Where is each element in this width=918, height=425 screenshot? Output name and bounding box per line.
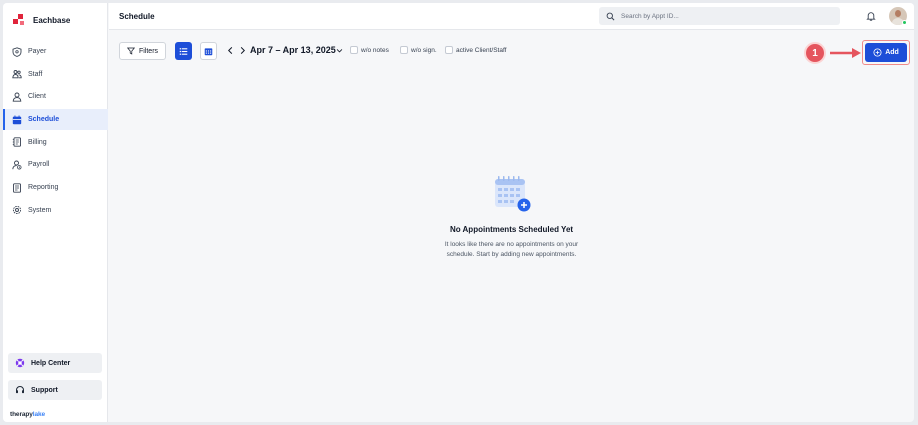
checkbox-box[interactable]: [350, 46, 358, 54]
list-icon: [179, 47, 188, 55]
date-range-label[interactable]: Apr 7 – Apr 13, 2025: [250, 45, 336, 55]
active-client-staff-checkbox[interactable]: active Client/Staff: [445, 46, 506, 54]
search-box[interactable]: [599, 7, 840, 25]
calendar-icon: [12, 115, 22, 125]
sidebar-nav: Payer Staff Client Schedule Billing Payr…: [3, 41, 108, 223]
footer-brand-first: therapy: [10, 411, 33, 418]
search-input[interactable]: [621, 12, 821, 20]
calendar-view-button[interactable]: [200, 42, 217, 60]
empty-state-description: It looks like there are no appointments …: [444, 241, 579, 258]
checkbox-label: active Client/Staff: [456, 46, 507, 54]
footer-brand-second: lake: [32, 411, 46, 418]
payroll-icon: [12, 160, 22, 170]
sidebar-item-client[interactable]: Client: [3, 86, 108, 107]
checkbox-label: w/o notes: [361, 46, 389, 54]
brand-logo-icon: [13, 14, 25, 26]
users-icon: [12, 69, 22, 79]
brand-name: Eachbase: [33, 15, 71, 25]
sidebar-item-payer[interactable]: Payer: [3, 41, 108, 62]
footer-brand: therapylake: [10, 411, 45, 418]
sidebar-item-reporting[interactable]: Reporting: [3, 177, 108, 198]
filter-icon: [126, 47, 135, 55]
shield-icon: [12, 46, 22, 57]
app-window: Eachbase Payer Staff Client Schedule Bil…: [3, 3, 914, 422]
sidebar: Eachbase Payer Staff Client Schedule Bil…: [3, 3, 108, 422]
add-label: Add: [885, 49, 899, 56]
support-label: Support: [31, 386, 58, 394]
sidebar-item-label: Payroll: [28, 161, 50, 169]
schedule-toolbar: Filters Apr 7 – Apr 13, 2025 w/o notes w…: [119, 42, 506, 60]
no-sign-checkbox[interactable]: w/o sign.: [400, 46, 437, 54]
headset-icon: [16, 385, 24, 394]
empty-state-title: No Appointments Scheduled Yet: [449, 225, 574, 234]
sidebar-item-staff[interactable]: Staff: [3, 64, 108, 85]
sidebar-item-system[interactable]: System: [3, 200, 108, 221]
page-title: Schedule: [119, 12, 155, 21]
chevron-left-icon[interactable]: [226, 46, 235, 55]
chevron-right-icon[interactable]: [238, 46, 247, 55]
invoice-icon: [12, 137, 22, 147]
chevron-down-icon[interactable]: [336, 47, 343, 54]
sidebar-item-payroll[interactable]: Payroll: [3, 154, 108, 175]
online-status-dot: [902, 20, 907, 25]
gear-icon: [12, 205, 22, 215]
checkbox-box[interactable]: [445, 46, 453, 54]
checkbox-label: w/o sign.: [411, 46, 437, 54]
sidebar-item-label: Billing: [28, 138, 47, 146]
sidebar-item-billing[interactable]: Billing: [3, 132, 108, 153]
help-center-button[interactable]: Help Center: [8, 353, 102, 373]
sidebar-item-label: Reporting: [28, 184, 59, 192]
report-icon: [12, 182, 22, 193]
help-center-icon: [15, 358, 25, 368]
brand[interactable]: Eachbase: [13, 11, 70, 29]
sidebar-item-schedule[interactable]: Schedule: [3, 109, 108, 131]
filters-button[interactable]: Filters: [119, 42, 166, 60]
empty-state: No Appointments Scheduled Yet It looks l…: [109, 173, 914, 259]
filters-label: Filters: [138, 47, 159, 55]
top-header: Schedule: [109, 3, 914, 30]
sidebar-item-label: Staff: [28, 70, 43, 78]
empty-calendar-icon: [492, 173, 532, 213]
sidebar-item-label: System: [28, 206, 52, 214]
arrow-right-icon: [830, 48, 861, 58]
list-view-button[interactable]: [175, 42, 192, 60]
step-badge: 1: [804, 42, 826, 64]
checkbox-box[interactable]: [400, 46, 408, 54]
sidebar-item-label: Payer: [28, 48, 47, 55]
add-appointment-button[interactable]: Add: [865, 43, 907, 62]
search-icon: [606, 12, 615, 20]
help-center-label: Help Center: [31, 359, 71, 367]
user-icon: [12, 92, 22, 102]
no-notes-checkbox[interactable]: w/o notes: [350, 46, 389, 54]
sidebar-item-label: Schedule: [28, 116, 60, 124]
calendar-grid-icon: [204, 47, 213, 55]
sidebar-item-label: Client: [28, 93, 46, 101]
plus-circle-icon: [873, 48, 882, 57]
support-button[interactable]: Support: [8, 380, 102, 400]
bell-icon[interactable]: [866, 11, 876, 21]
